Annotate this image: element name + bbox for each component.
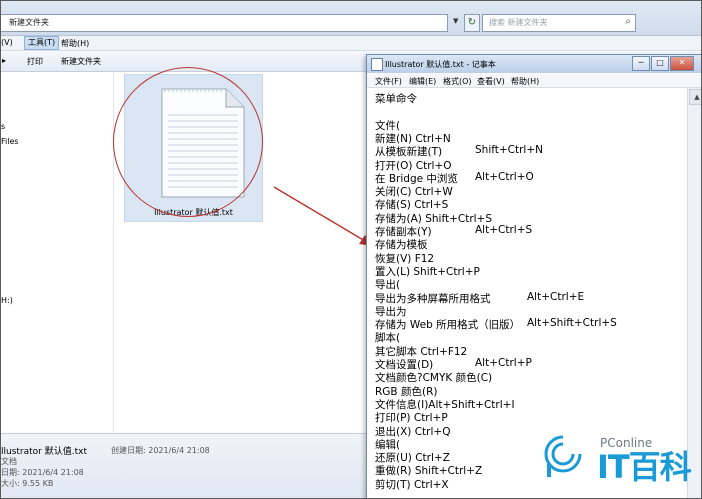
- close-button[interactable]: ✕: [670, 56, 694, 71]
- scroll-up-icon[interactable]: ▲: [689, 89, 701, 105]
- maximize-button[interactable]: □: [651, 56, 669, 71]
- line-shortcut: Alt+Shift+Ctrl+S: [527, 317, 617, 330]
- watermark-name: IT百科: [597, 448, 692, 486]
- menu-file[interactable]: 文件(F): [375, 76, 402, 87]
- menu-view[interactable]: 查看(V): [477, 76, 505, 87]
- notepad-menubar: 文件(F) 编辑(E) 格式(O) 查看(V) 帮助(H): [367, 74, 701, 88]
- notepad-app-icon: [371, 58, 383, 71]
- line-shortcut: Alt+Ctrl+E: [527, 290, 585, 303]
- menu-format[interactable]: 格式(O): [443, 76, 472, 87]
- notepad-title: Illustrator 默认值.txt - 记事本: [385, 60, 496, 69]
- menu-edit[interactable]: 编辑(E): [409, 76, 436, 87]
- notepad-titlebar[interactable]: Illustrator 默认值.txt - 记事本 ─ □ ✕: [367, 55, 701, 73]
- line-shortcut: Shift+Ctrl+N: [475, 144, 543, 157]
- menu-help[interactable]: 帮助(H): [511, 76, 539, 87]
- line-shortcut: Alt+Ctrl+S: [475, 224, 533, 236]
- pconline-logo-icon: [544, 435, 582, 477]
- desktop-frame: 新建文件夹 ▼ ↻ 搜索 新建文件夹 ⌕ (V) 工具(T) 帮助(H) ▸ 打…: [0, 0, 702, 499]
- line-shortcut: Alt+Ctrl+O: [475, 170, 534, 183]
- line-text: 菜单命令: [375, 93, 417, 105]
- line-text: 剪切(T) Ctrl+X: [375, 478, 449, 491]
- line-shortcut: Alt+Ctrl+P: [475, 357, 532, 369]
- minimize-button[interactable]: ─: [632, 56, 650, 71]
- vertical-scrollbar[interactable]: ▲: [687, 88, 701, 498]
- notepad-window: Illustrator 默认值.txt - 记事本 ─ □ ✕ 文件(F) 编辑…: [366, 54, 701, 498]
